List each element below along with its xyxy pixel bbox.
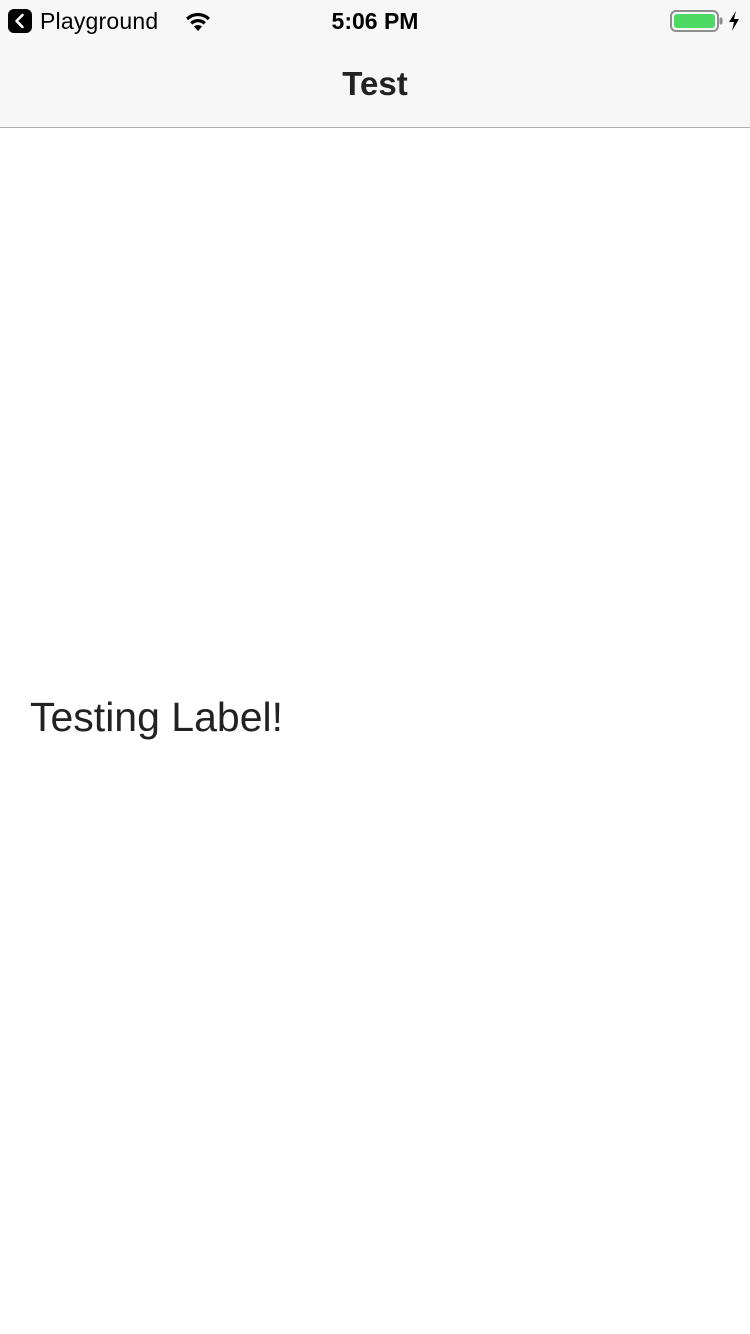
status-time: 5:06 PM [331, 8, 419, 34]
charging-bolt-icon [726, 9, 742, 33]
content-area: Testing Label! [0, 128, 750, 1334]
battery-icon [670, 9, 724, 33]
status-bar: Playground 5:06 PM [0, 0, 750, 40]
page-title: Test [342, 65, 408, 102]
navigation-header: Playground 5:06 PM Test [0, 0, 750, 128]
testing-label: Testing Label! [30, 694, 284, 740]
